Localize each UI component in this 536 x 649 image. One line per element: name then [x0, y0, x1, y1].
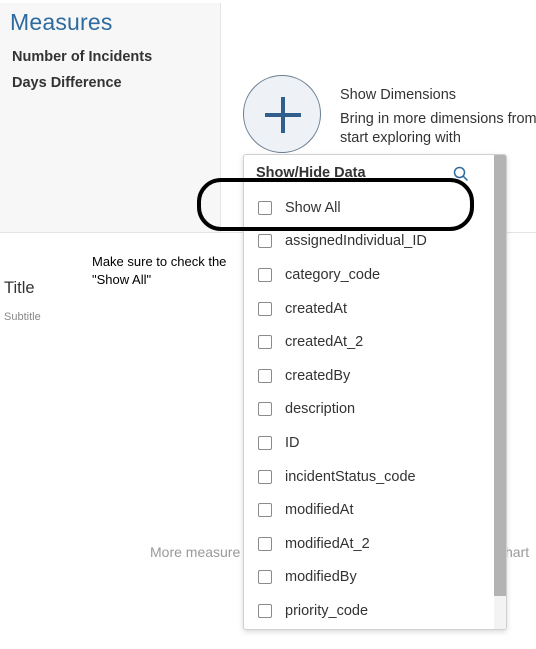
measures-panel: Measures Number of Incidents Days Differ… [0, 3, 221, 233]
option-label: createdAt [285, 300, 348, 317]
dimension-option[interactable]: priority_code [244, 594, 494, 628]
dimension-option[interactable]: modifiedAt [244, 493, 494, 527]
option-label: priority_code [285, 602, 369, 619]
option-label: incidentStatus_code [285, 468, 416, 485]
dimension-option[interactable]: ID [244, 426, 494, 460]
option-label: ID [285, 434, 300, 451]
option-label: Show All [285, 199, 341, 216]
option-label: createdBy [285, 367, 351, 384]
dropdown-scrollbar-thumb[interactable] [494, 155, 506, 596]
option-label: createdAt_2 [285, 334, 364, 351]
checkbox-icon[interactable] [258, 536, 272, 551]
measures-title: Measures [10, 9, 113, 35]
dropdown-scrollbar[interactable] [494, 155, 506, 629]
add-dimension-button[interactable] [243, 75, 321, 153]
checkbox-icon[interactable] [258, 234, 272, 249]
annotation-note: Make sure to check the "Show All" [92, 254, 227, 287]
dimension-option[interactable]: modifiedAt_2 [244, 527, 494, 561]
chart-subtitle[interactable]: Subtitle [4, 311, 41, 323]
checkbox-icon[interactable] [258, 200, 272, 215]
show-dimensions-title: Show Dimensions [340, 87, 457, 103]
option-label: category_code [285, 266, 381, 283]
option-label: description [285, 401, 356, 418]
search-icon[interactable] [453, 166, 469, 182]
show-hide-data-dropdown[interactable]: Show/Hide Data Show All assignedIndividua… [243, 154, 507, 630]
dimension-option[interactable]: assignedIndividual_ID [244, 225, 494, 259]
checkbox-icon[interactable] [258, 503, 272, 518]
checkbox-icon[interactable] [258, 603, 272, 618]
dimension-option[interactable]: createdAt [244, 292, 494, 326]
show-dimensions-description: Bring in more dimensions from start expl… [340, 111, 536, 146]
plus-icon [265, 97, 301, 133]
empty-chart-hint-left: More measure [150, 544, 241, 560]
checkbox-icon[interactable] [258, 368, 272, 383]
dimension-option[interactable]: createdAt_2 [244, 325, 494, 359]
checkbox-icon[interactable] [258, 335, 272, 350]
checkbox-icon[interactable] [258, 469, 272, 484]
measure-item-number-of-incidents[interactable]: Number of Incidents [12, 49, 152, 65]
checkbox-icon[interactable] [258, 301, 272, 316]
dimension-option[interactable]: category_code [244, 258, 494, 292]
checkbox-icon[interactable] [258, 570, 272, 585]
option-label: modifiedAt [285, 502, 354, 519]
show-all-option[interactable]: Show All [244, 191, 494, 225]
dimension-list: Show All assignedIndividual_ID category_co… [244, 191, 494, 628]
empty-chart-hint-right: hart [505, 544, 530, 560]
checkbox-icon[interactable] [258, 402, 272, 417]
checkbox-icon[interactable] [258, 267, 272, 282]
dropdown-header: Show/Hide Data [256, 165, 366, 181]
option-label: assignedIndividual_ID [285, 233, 427, 250]
dimension-option[interactable]: modifiedBy [244, 561, 494, 595]
measure-item-days-difference[interactable]: Days Difference [12, 75, 122, 91]
checkbox-icon[interactable] [258, 435, 272, 450]
dimension-option[interactable]: incidentStatus_code [244, 460, 494, 494]
option-label: modifiedBy [285, 569, 357, 586]
chart-title[interactable]: Title [4, 279, 35, 298]
dimension-option[interactable]: description [244, 393, 494, 427]
dimension-option[interactable]: createdBy [244, 359, 494, 393]
option-label: modifiedAt_2 [285, 535, 370, 552]
